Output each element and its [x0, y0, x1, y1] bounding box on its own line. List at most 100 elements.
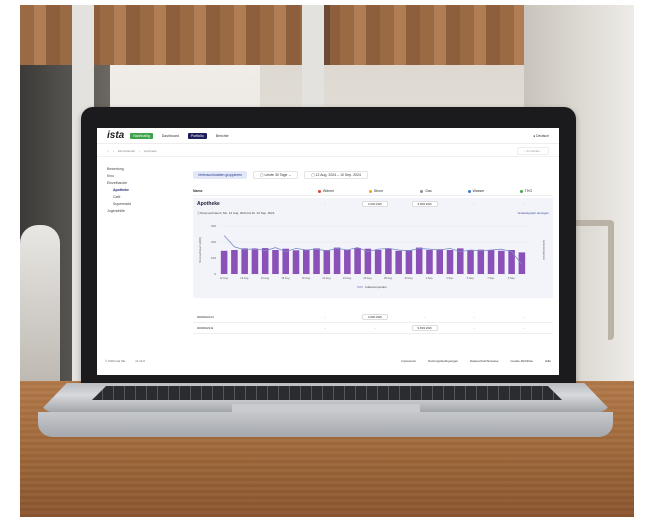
- section-header: Apotheke – 4.600 kWh 9.803 kWh – –: [193, 198, 553, 209]
- bar: [446, 250, 454, 274]
- row-cell: –: [324, 315, 327, 319]
- footer-link[interactable]: Impressum: [401, 359, 416, 363]
- x-tick-label: 24 Aug.: [343, 276, 352, 280]
- show-graph-link[interactable]: Verlaufsgraph anzeigen: [517, 211, 549, 215]
- sidebar-item[interactable]: Einzelhandel: [107, 180, 179, 187]
- meter-id: 0000002211: [197, 326, 214, 330]
- nav-portfolio[interactable]: Portfolio: [187, 132, 207, 139]
- x-tick-label: 12 Aug.: [220, 276, 229, 280]
- bar: [231, 250, 238, 274]
- bar: [313, 248, 320, 274]
- search-input[interactable]: ⌕ Immobilie...: [517, 146, 549, 155]
- sidebar-item[interactable]: Kino: [107, 173, 179, 180]
- bar: [415, 247, 423, 274]
- x-tick-label: 20 Aug.: [302, 276, 311, 280]
- bar: [395, 250, 402, 274]
- background-person: [20, 225, 60, 385]
- chevron-down-icon: ⌄: [287, 173, 292, 177]
- consumption-chart: 0 100 200 300 12 Aug. 14 Aug. 16 Aug. 18 Aug. 20…: [198, 224, 546, 289]
- x-tick-label: 30 Aug.: [405, 276, 414, 280]
- bar: [241, 248, 248, 274]
- chart-caption: Stromverbrauch, Mo. 12 Aug. 2024 bis Di.…: [200, 211, 275, 215]
- section-cell: 4.600 kWh: [350, 200, 400, 207]
- sidebar-item[interactable]: Bewertung: [107, 166, 179, 173]
- section-title[interactable]: Apotheke: [197, 201, 300, 207]
- period-select[interactable]: ▢ Letzte 30 Tage ⌄: [253, 171, 299, 179]
- language-selector[interactable]: ● Deutsch: [533, 134, 549, 138]
- bar: [302, 249, 310, 274]
- x-tick-label: 28 Aug.: [384, 276, 393, 280]
- breadcrumb-apotheke[interactable]: Apotheke: [144, 149, 157, 153]
- bar: [498, 250, 505, 274]
- bar: [251, 249, 259, 274]
- group-consumption-button[interactable]: Verbrauchsdaten gruppieren: [193, 171, 248, 179]
- date-range-picker[interactable]: ▢ 12 Aug. 2024 – 10 Sep. 2024: [304, 171, 368, 179]
- row-cell: –: [473, 326, 476, 330]
- meter-rows: 0000002213 – 4.600 kWh – – – 0000002211 – – 9.803…: [193, 312, 553, 334]
- footer-link[interactable]: Cookie-Richtlinie: [510, 359, 533, 363]
- bar: [323, 250, 331, 274]
- sidebar-item[interactable]: Jugendhilfe: [107, 208, 179, 215]
- section-cell: –: [523, 201, 525, 206]
- column-header[interactable]: Wärme: [301, 189, 351, 193]
- sidebar-item[interactable]: Café: [107, 194, 179, 201]
- row-cell: –: [423, 315, 426, 319]
- bar: [261, 248, 269, 274]
- bar: [518, 252, 526, 274]
- section-cell: –: [473, 201, 476, 206]
- column-header[interactable]: Strom: [351, 189, 401, 193]
- footer-links: Impressum Nutzungsbedingungen Datenschutzh…: [401, 359, 551, 363]
- y-tick-label: 300: [211, 224, 216, 228]
- row-cell: –: [523, 326, 525, 330]
- bar: [385, 248, 392, 274]
- logo-badge: Nachhaltig: [130, 132, 153, 139]
- table-row[interactable]: 0000002213 – 4.600 kWh – – –: [193, 312, 553, 323]
- y-tick-label: 0: [214, 272, 216, 276]
- x-tick-label: 5 Sep.: [467, 276, 475, 280]
- app-header: ista Nachhaltig Dashboard Portfolio Beri…: [97, 128, 559, 144]
- y-tick-label: 100: [211, 256, 216, 260]
- nav-dashboard[interactable]: Dashboard: [159, 133, 182, 139]
- column-header[interactable]: Gas: [401, 189, 451, 193]
- column-header[interactable]: THG: [501, 189, 551, 193]
- sidebar-item[interactable]: Apotheke: [107, 187, 179, 194]
- utility-icon: [467, 189, 471, 193]
- column-header[interactable]: Wasser: [451, 189, 501, 193]
- bar: [508, 250, 515, 274]
- table-row[interactable]: 0000002211 – – 9.803 kWh – –: [193, 323, 553, 334]
- bar: [374, 250, 382, 274]
- x-tick-label: 3 Sep.: [446, 276, 454, 280]
- temperature-line: [223, 235, 523, 265]
- y-tick-label: 200: [211, 240, 216, 244]
- bar: [282, 248, 290, 274]
- bar: [477, 249, 485, 274]
- row-cell: 9.803 kWh: [400, 325, 450, 331]
- bar: [405, 250, 413, 274]
- row-cell: 4.600 kWh: [350, 314, 400, 320]
- breadcrumb: ⌂ › Einzelhandel › Apotheke ⌕ Immobilie.…: [97, 145, 559, 157]
- bar: [292, 250, 300, 274]
- toolbar: Verbrauchsdaten gruppieren ▢ Letzte 30 T…: [193, 170, 553, 180]
- section-cell: 9.803 kWh: [400, 200, 450, 207]
- laptop-screen: ista Nachhaltig Dashboard Portfolio Beri…: [97, 128, 559, 375]
- x-tick-label: 16 Aug.: [261, 276, 270, 280]
- x-tick-label: 14 Aug.: [240, 276, 249, 280]
- bar: [364, 248, 372, 274]
- bar: [426, 250, 433, 274]
- laptop-keyboard: [92, 386, 562, 400]
- bar: [436, 249, 444, 274]
- bar: [272, 250, 279, 274]
- breadcrumb-einzelhandel[interactable]: Einzelhandel: [118, 149, 135, 153]
- ista-logo[interactable]: ista: [107, 130, 124, 141]
- footer-link[interactable]: Hilfe: [545, 359, 551, 363]
- footer-link[interactable]: Nutzungsbedingungen: [428, 359, 458, 363]
- sidebar-item[interactable]: Supermarkt: [107, 201, 179, 208]
- home-icon[interactable]: ⌂: [107, 149, 109, 153]
- version: v4.12.0: [135, 359, 145, 363]
- nav-berichte[interactable]: Berichte: [213, 133, 232, 139]
- footer-link[interactable]: Datenschutzhinweise: [470, 359, 498, 363]
- footer: © 2024 ista SE v4.12.0 Impressum Nutzungs…: [97, 356, 559, 366]
- bar: [467, 250, 474, 274]
- row-cell: –: [473, 315, 476, 319]
- name-column-header[interactable]: Name: [193, 189, 301, 193]
